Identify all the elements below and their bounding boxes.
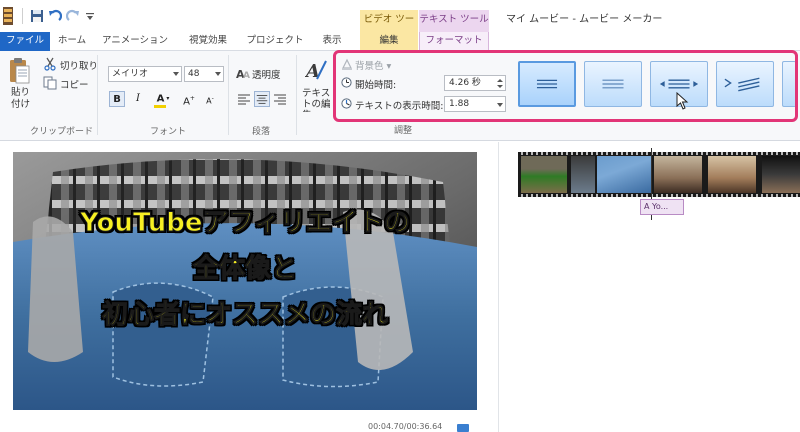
film-perforation: [518, 152, 800, 155]
shrink-font-button[interactable]: A-: [202, 91, 218, 107]
caption-chip[interactable]: A Yo...: [640, 199, 684, 215]
cut-icon[interactable]: [43, 57, 57, 71]
italic-button[interactable]: I: [130, 91, 146, 107]
caption-line-2: 全体像と: [192, 254, 297, 285]
edit-text-icon[interactable]: A: [305, 57, 327, 83]
tab-project[interactable]: プロジェクト: [244, 32, 306, 51]
paste-icon[interactable]: [8, 57, 30, 85]
clip-frame: [762, 156, 800, 193]
title-bar: ビデオ ツール テキスト ツール マイ ムービー - ムービー メーカー: [0, 0, 800, 45]
edit-text-button-label[interactable]: テキストの編集: [302, 88, 332, 112]
paragraph-group-label: 段落: [252, 127, 271, 137]
clip-frame: [521, 156, 567, 193]
chevron-down-icon: [215, 72, 221, 76]
clip-frame: [654, 156, 702, 193]
app-icon[interactable]: [3, 7, 13, 25]
grow-font-button[interactable]: A+: [181, 91, 197, 107]
text-tools-header: テキスト ツール: [419, 10, 489, 32]
paste-button-label[interactable]: 貼り付け: [11, 87, 35, 111]
save-icon[interactable]: [30, 9, 44, 23]
transparency-label[interactable]: 透明度: [252, 67, 281, 81]
caption-line-3: 初心者にオススメの流れ: [101, 300, 388, 331]
copy-icon[interactable]: [43, 76, 57, 90]
customize-quick-access-icon[interactable]: [85, 12, 95, 22]
storyboard-clip[interactable]: [518, 152, 800, 197]
tab-file[interactable]: ファイル: [0, 32, 50, 51]
tab-format[interactable]: フォーマット: [419, 32, 489, 51]
tab-visual-effects[interactable]: 視覚効果: [180, 32, 236, 51]
font-name-select[interactable]: メイリオ: [108, 66, 182, 82]
tab-edit[interactable]: 編集: [360, 32, 418, 51]
clip-frame: [708, 156, 756, 193]
transparency-icon[interactable]: A A: [236, 67, 250, 79]
tab-view[interactable]: 表示: [314, 32, 350, 51]
align-center-icon[interactable]: [254, 91, 270, 107]
clipboard-group-label: クリップボード: [30, 127, 94, 137]
group-separator: [97, 55, 98, 135]
tab-home[interactable]: ホーム: [52, 32, 92, 51]
font-size-select[interactable]: 48: [184, 66, 224, 82]
group-separator: [228, 55, 229, 135]
copy-button-label[interactable]: コピー: [60, 77, 89, 91]
window-title: マイ ムービー - ムービー メーカー: [506, 14, 663, 25]
group-separator: [296, 55, 297, 135]
caption-line-1: YouTubeアフィリエイトの: [80, 208, 411, 239]
tab-animation[interactable]: アニメーション: [100, 32, 170, 51]
fullscreen-icon[interactable]: [457, 424, 469, 432]
video-tools-header: ビデオ ツール: [360, 10, 418, 45]
time-readout: 00:04.70/00:36.64: [368, 422, 443, 431]
quick-access-separator: [22, 8, 23, 24]
font-color-swatch: [154, 105, 166, 108]
align-right-icon[interactable]: [272, 91, 288, 107]
film-perforation: [518, 194, 800, 197]
align-left-icon[interactable]: [236, 91, 252, 107]
adjust-group-label: 調整: [394, 126, 413, 136]
bold-button[interactable]: B: [109, 91, 125, 107]
font-group-label: フォント: [150, 127, 187, 137]
chevron-down-icon: [173, 72, 179, 76]
font-size-value: 48: [188, 69, 200, 79]
ribbon-tabs: ファイル ホーム アニメーション 視覚効果 プロジェクト 表示 編集 フォーマッ…: [0, 32, 800, 51]
undo-icon[interactable]: [48, 9, 62, 23]
svg-text:A: A: [243, 71, 250, 79]
highlight-box: [333, 50, 798, 122]
cut-button-label[interactable]: 切り取り: [60, 58, 98, 72]
clip-frame: [571, 156, 595, 193]
font-name-value: メイリオ: [112, 69, 149, 79]
clip-frame: [597, 156, 651, 193]
redo-icon[interactable]: [66, 9, 80, 23]
caption-overlay-text: YouTubeアフィリエイトの 全体像と 初心者にオススメの流れ: [13, 200, 477, 338]
